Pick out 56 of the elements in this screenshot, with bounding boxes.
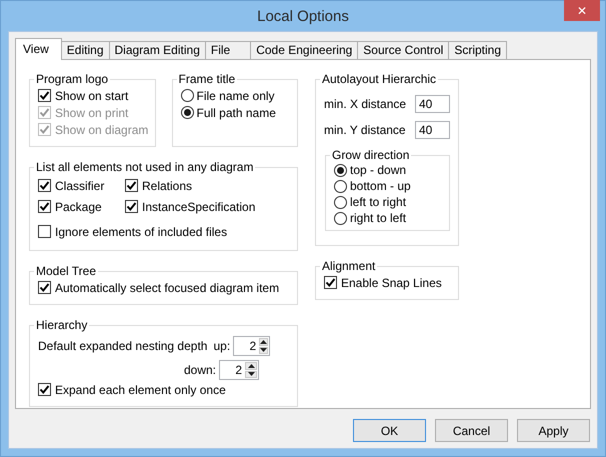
checkbox[interactable]: Enable Snap Lines [324,274,442,291]
spin-down-button[interactable] [245,370,257,378]
field-label: Default expanded nesting depth [38,339,208,353]
close-button[interactable]: ✕ [564,0,600,21]
checkbox[interactable]: Ignore elements of included files [38,221,228,242]
group-title: Grow direction [331,148,410,162]
checkbox[interactable]: Package [38,198,125,215]
tab[interactable]: Scripting [448,41,508,59]
field-label: down: [184,363,216,377]
check-icon [126,180,137,191]
checkbox[interactable]: Expand each element only once [38,381,226,398]
tab[interactable]: Code Engineering [250,41,358,59]
group-title: Model Tree [35,264,98,278]
dialog-button[interactable]: OK [353,419,426,442]
check-icon [126,201,137,212]
spin-box[interactable]: 2 [233,336,270,356]
tab[interactable]: View [15,38,62,60]
radio-button[interactable]: Full path name [180,104,276,121]
check-icon [39,107,50,118]
radio-button[interactable]: top - down [334,162,406,178]
tab[interactable]: Editing [60,41,110,59]
checkbox[interactable]: Classifier [38,177,125,194]
checkbox[interactable]: InstanceSpecification [125,198,256,215]
check-icon [325,277,336,288]
radio-button[interactable]: right to left [334,210,406,226]
check-icon [39,201,50,212]
spin-up-button[interactable] [259,338,268,346]
group-title: Alignment [321,259,376,273]
field-label: min. X distance [324,97,406,111]
radio-button[interactable]: bottom - up [334,178,411,194]
check-icon [39,384,50,395]
radio-button[interactable]: File name only [180,87,275,104]
field-label: min. Y distance [324,123,406,137]
window-title: Local Options [257,8,349,24]
radio-button[interactable]: left to right [334,194,406,210]
tab[interactable]: Diagram Editing [108,41,206,59]
check-icon [39,124,50,135]
checkbox[interactable]: Show on start [38,87,128,104]
spin-box[interactable]: 2 [219,360,259,380]
group-title: Program logo [35,72,110,86]
group-title: Frame title [178,72,236,86]
input-field[interactable]: 40 [415,95,450,113]
checkbox[interactable]: Automatically select focused diagram item [38,279,280,296]
check-icon [39,90,50,101]
group-title: Hierarchy [35,318,88,332]
check-icon [39,180,50,191]
group-title: List all elements not used in any diagram [35,160,254,174]
spin-up-button[interactable] [245,362,257,370]
input-field[interactable]: 40 [415,121,450,139]
dialog-button[interactable]: Apply [517,419,590,442]
check-icon [39,282,50,293]
checkbox[interactable]: Relations [125,177,192,194]
spin-down-button[interactable] [259,346,268,354]
group-title: Autolayout Hierarchic [321,72,438,86]
dialog-button[interactable]: Cancel [435,419,508,442]
field-label: up: [213,339,230,353]
